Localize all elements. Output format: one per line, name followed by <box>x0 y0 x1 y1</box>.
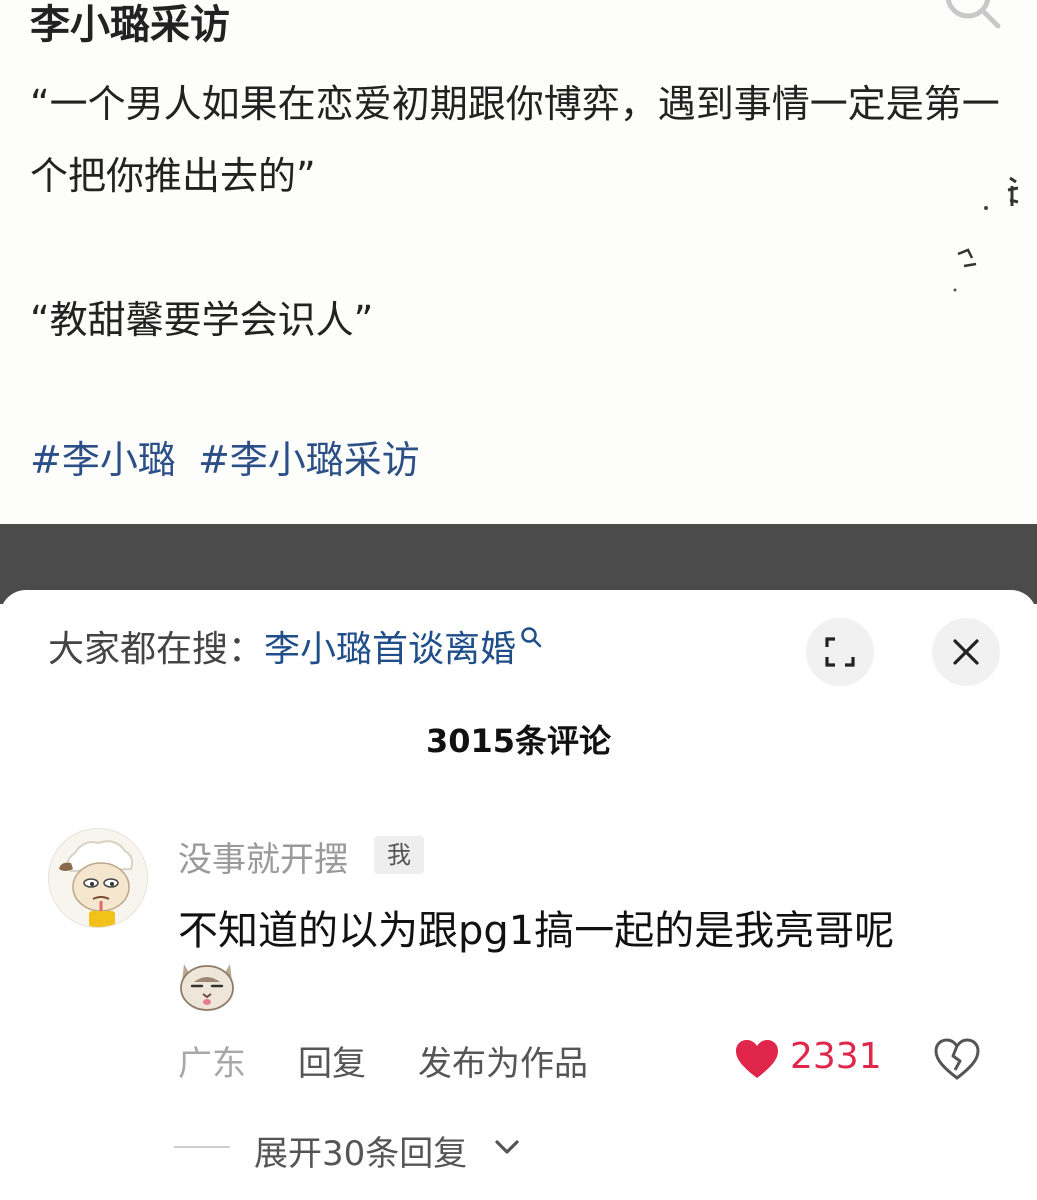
divider <box>174 1146 230 1148</box>
expand-replies-button[interactable]: 展开30条回复 <box>254 1126 467 1175</box>
hot-search-bar: 大家都在搜：李小璐首谈离婚 <box>48 620 542 672</box>
search-icon[interactable] <box>942 0 1002 34</box>
avatar[interactable] <box>48 828 148 928</box>
hashtag-link[interactable]: #李小璐采访 <box>198 438 420 482</box>
post-title: 李小璐采访 <box>30 2 230 48</box>
close-button[interactable] <box>932 618 1000 686</box>
comments-sheet: 大家都在搜：李小璐首谈离婚 3015条评论 没事就开摆 我 不知道的以为跟pg1… <box>0 590 1037 1200</box>
post-tags: #李小璐 #李小璐采访 <box>30 424 430 496</box>
comment-location: 广东 <box>178 1044 246 1084</box>
expand-icon <box>825 637 855 667</box>
hot-search-link[interactable]: 李小璐首谈离婚 <box>264 629 516 670</box>
publish-as-work-button[interactable]: 发布为作品 <box>418 1036 588 1085</box>
post-paragraph: “一个男人如果在恋爱初期跟你博弈，遇到事情一定是第一个把你推出去的” <box>30 82 1000 198</box>
heart-icon[interactable] <box>734 1038 780 1080</box>
like-count: 2331 <box>790 1036 882 1077</box>
post-area: 李小璐采访 “一个男人如果在恋爱初期跟你博弈，遇到事情一定是第一个把你推出去的”… <box>0 0 1037 524</box>
close-icon <box>953 639 979 665</box>
expand-button[interactable] <box>806 618 874 686</box>
comment-count: 3015条评论 <box>425 722 612 760</box>
search-icon[interactable] <box>520 626 542 648</box>
broken-heart-icon[interactable] <box>934 1038 980 1080</box>
sheep-avatar-icon <box>49 829 147 927</box>
hashtag-link[interactable]: #李小璐 <box>30 438 176 482</box>
chevron-down-icon[interactable] <box>492 1132 522 1162</box>
reply-button[interactable]: 回复 <box>298 1036 366 1085</box>
hot-search-prefix: 大家都在搜： <box>48 629 265 670</box>
edge-artifact <box>953 176 1019 292</box>
cat-emoji-icon <box>180 964 234 1011</box>
me-badge: 我 <box>374 836 424 874</box>
comment-username[interactable]: 没事就开摆 <box>178 832 348 881</box>
post-paragraph: “教甜馨要学会识人” <box>30 298 374 342</box>
comment-text: 不知道的以为跟pg1搞一起的是我亮哥呢 <box>178 908 895 954</box>
